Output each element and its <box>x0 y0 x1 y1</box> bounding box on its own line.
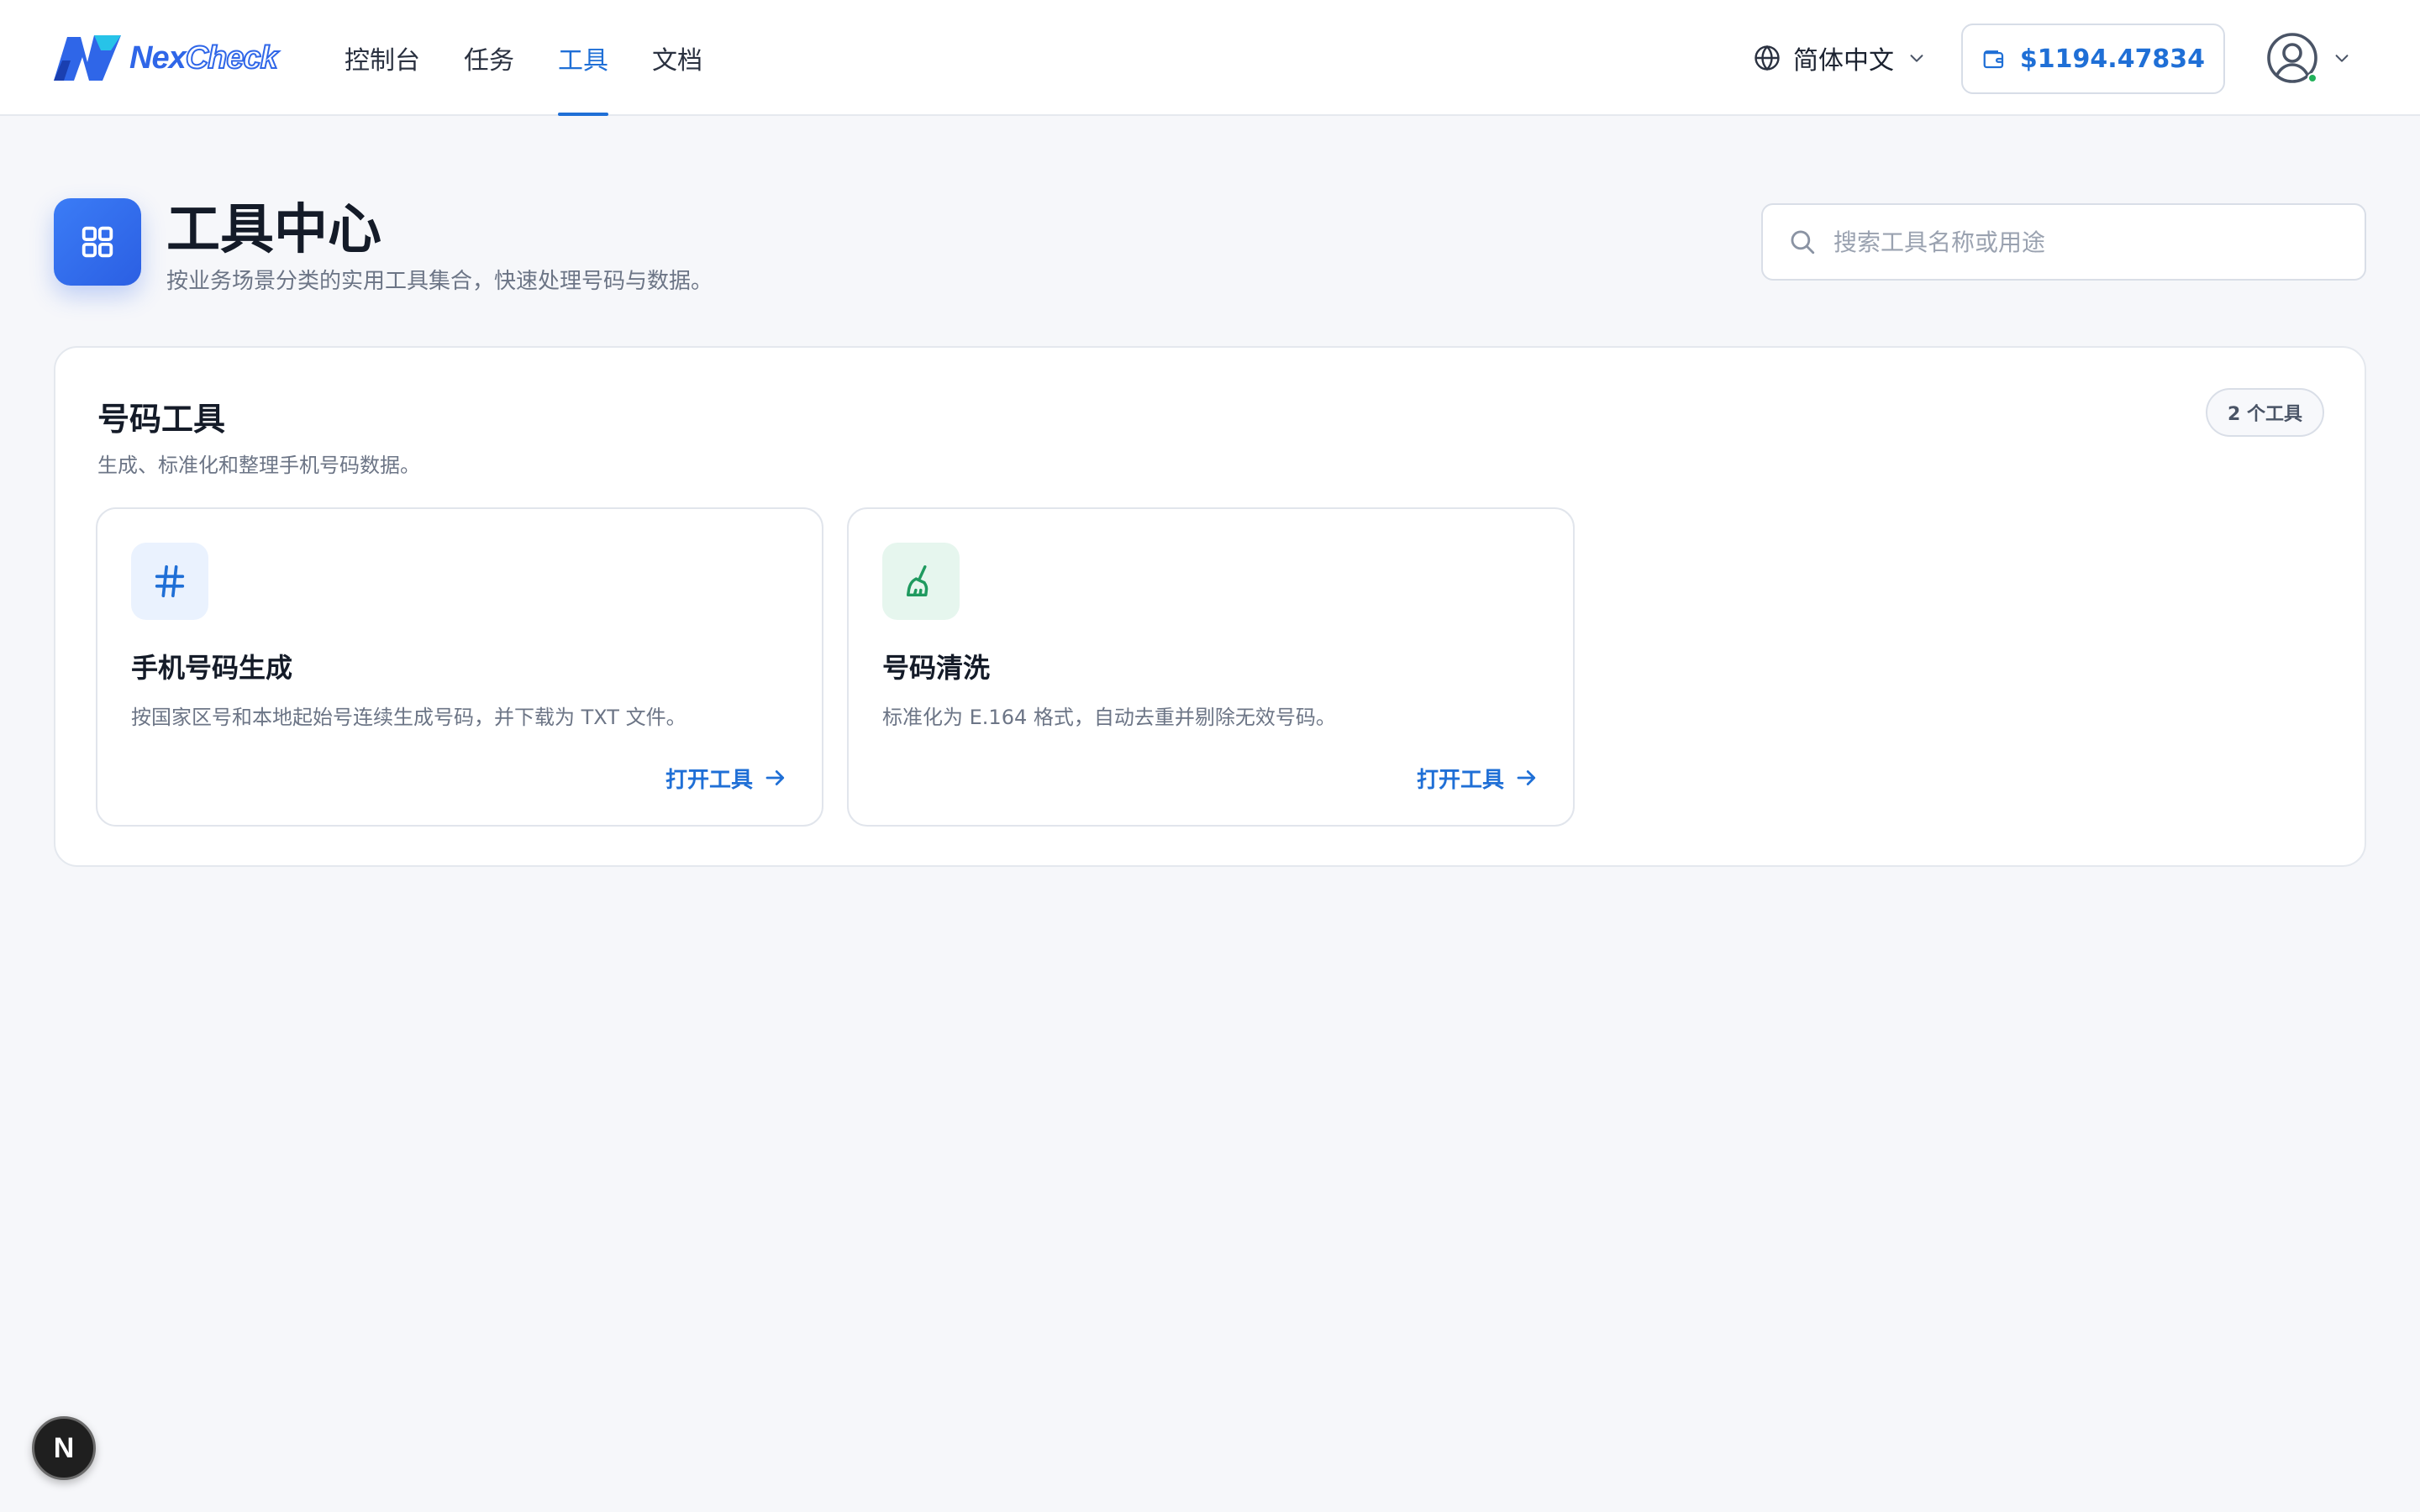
search-icon <box>1791 230 1815 255</box>
tool-icon-tile <box>131 543 208 620</box>
language-label: 简体中文 <box>1793 46 1894 76</box>
dev-badge-label: N <box>53 1431 75 1464</box>
nav-item-docs[interactable]: 文档 <box>652 0 702 116</box>
tool-count-badge: 2 个工具 <box>2206 388 2324 437</box>
tool-category-section: 号码工具 生成、标准化和整理手机号码数据。 2 个工具 手机号码生成 按国家区号… <box>54 346 2366 867</box>
tool-card-number-generator[interactable]: 手机号码生成 按国家区号和本地起始号连续生成号码，并下载为 TXT 文件。 打开… <box>96 507 823 827</box>
tools-hub-icon-tile <box>54 198 141 286</box>
logo-text: NexCheck <box>129 39 279 76</box>
nav-item-tasks[interactable]: 任务 <box>464 0 514 116</box>
page-title: 工具中心 <box>166 199 381 261</box>
tool-card-description: 标准化为 E.164 格式，自动去重并剔除无效号码。 <box>882 706 1336 729</box>
section-subtitle: 生成、标准化和整理手机号码数据。 <box>97 454 420 477</box>
section-title: 号码工具 <box>97 401 226 438</box>
wallet-balance-button[interactable]: $1194.47834 <box>1961 24 2225 94</box>
tool-card-title: 手机号码生成 <box>131 652 293 684</box>
nexcheck-logo-icon <box>54 35 121 81</box>
nav-item-tools[interactable]: 工具 <box>558 0 608 116</box>
top-navigation-bar: NexCheck 控制台 任务 工具 文档 简体中文 $1194.47834 <box>0 0 2420 116</box>
tool-icon-tile <box>882 543 960 620</box>
tool-card-number-cleaning[interactable]: 号码清洗 标准化为 E.164 格式，自动去重并剔除无效号码。 打开工具 <box>847 507 1575 827</box>
arrow-right-icon <box>765 770 785 785</box>
user-menu[interactable] <box>2265 30 2351 86</box>
wallet-icon <box>1983 50 2004 69</box>
tool-card-description: 按国家区号和本地起始号连续生成号码，并下载为 TXT 文件。 <box>131 706 687 729</box>
open-tool-link[interactable]: 打开工具 <box>666 761 788 795</box>
grid-icon <box>82 226 113 258</box>
search-box[interactable] <box>1761 203 2366 281</box>
open-tool-label: 打开工具 <box>665 767 753 793</box>
avatar <box>2265 31 2319 85</box>
open-tool-link[interactable]: 打开工具 <box>1417 761 1539 795</box>
hash-icon <box>155 564 185 598</box>
globe-icon <box>1754 45 1780 71</box>
tool-card-title: 号码清洗 <box>882 652 991 684</box>
language-selector[interactable]: 简体中文 <box>1753 35 1926 81</box>
dev-tools-badge[interactable]: N <box>32 1416 96 1480</box>
page-subtitle: 按业务场景分类的实用工具集合，快速处理号码与数据。 <box>166 269 713 294</box>
chevron-down-icon <box>1910 55 1923 62</box>
online-status-dot <box>2307 73 2317 83</box>
chevron-down-icon <box>2335 55 2349 62</box>
nexcheck-logo[interactable]: NexCheck <box>52 32 279 84</box>
open-tool-label: 打开工具 <box>1416 767 1504 793</box>
broom-icon <box>906 565 929 597</box>
arrow-right-icon <box>1517 770 1536 785</box>
wallet-amount: $1194.47834 <box>2019 44 2206 74</box>
main-nav: 控制台 任务 工具 文档 <box>345 0 746 116</box>
nav-item-dashboard[interactable]: 控制台 <box>345 0 420 116</box>
search-input[interactable] <box>1833 228 2338 256</box>
